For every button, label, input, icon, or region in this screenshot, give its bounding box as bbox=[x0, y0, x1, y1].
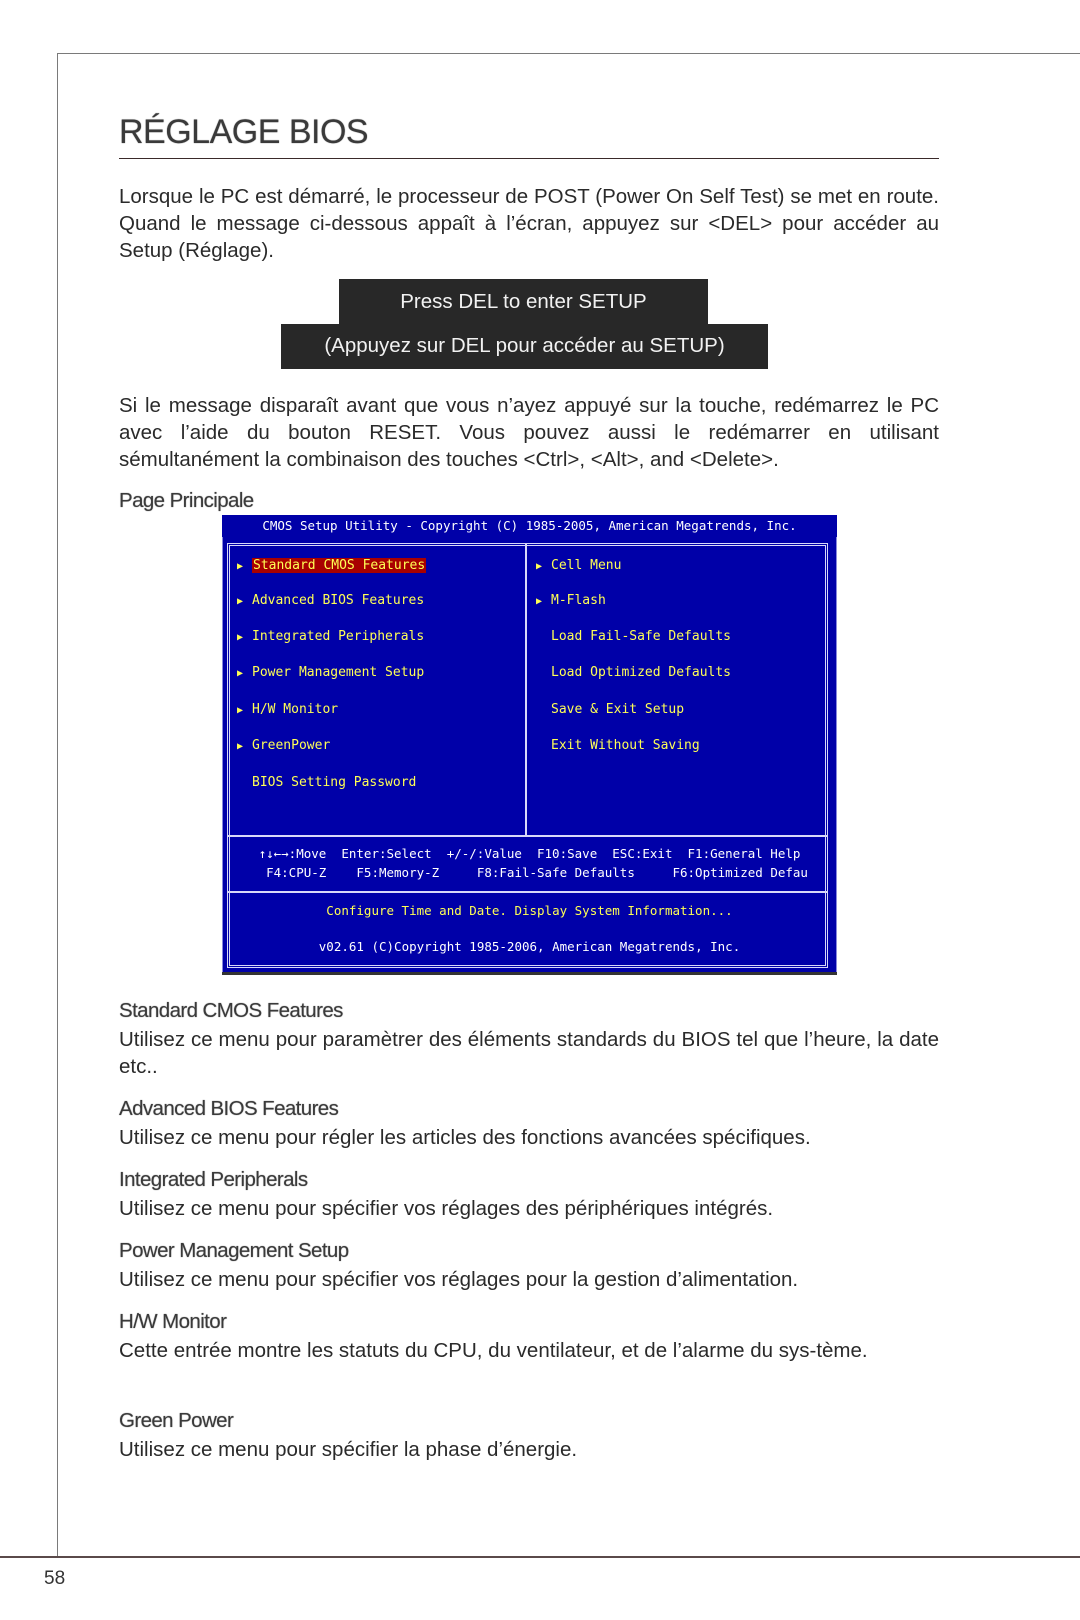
bios-menu-save-exit-setup[interactable]: Save & Exit Setup bbox=[536, 701, 684, 718]
submenu-arrow-icon: ▶ bbox=[237, 705, 244, 716]
page-title: RÉGLAGE BIOS bbox=[119, 113, 369, 151]
bios-menu-load-fail-safe-defaults[interactable]: Load Fail-Safe Defaults bbox=[536, 628, 731, 645]
bios-menu-greenpower[interactable]: ▶ GreenPower bbox=[237, 737, 330, 754]
bios-help-divider bbox=[227, 891, 828, 893]
bios-menu-power-management-setup[interactable]: ▶ Power Management Setup bbox=[237, 664, 424, 681]
bios-menu-hw-monitor[interactable]: ▶ H/W Monitor bbox=[237, 701, 338, 718]
bios-column-divider bbox=[525, 543, 527, 835]
del-message-translation-box: (Appuyez sur DEL pour accéder au SETUP) bbox=[281, 324, 768, 369]
section-heading-hw-monitor: H/W Monitor bbox=[119, 1310, 227, 1333]
bios-version-text: v02.61 (C)Copyright 1985-2006, American … bbox=[318, 939, 741, 954]
section-heading-standard-cmos: Standard CMOS Features bbox=[119, 999, 343, 1022]
section-heading-green-power: Green Power bbox=[119, 1409, 234, 1432]
bios-menu-exit-without-saving[interactable]: Exit Without Saving bbox=[536, 737, 700, 754]
bios-menu-m-flash[interactable]: ▶ M-Flash bbox=[536, 592, 606, 609]
bios-title-bar: CMOS Setup Utility - Copyright (C) 1985-… bbox=[222, 515, 837, 537]
page-frame-top-border bbox=[57, 53, 1080, 54]
submenu-arrow-icon: ▶ bbox=[237, 561, 244, 572]
bios-help-text: Configure Time and Date. Display System … bbox=[326, 903, 733, 918]
intro-paragraph: Lorsque le PC est démarré, le processeur… bbox=[119, 185, 939, 262]
submenu-arrow-icon: ▶ bbox=[237, 596, 244, 607]
section-text-advanced-bios: Utilisez ce menu pour régler les article… bbox=[119, 1126, 811, 1149]
restart-paragraph: Si le message disparaît avant que vous n… bbox=[119, 394, 939, 471]
section-heading-integrated-peripherals: Integrated Peripherals bbox=[119, 1168, 308, 1191]
bios-menu-load-optimized-defaults[interactable]: Load Optimized Defaults bbox=[536, 664, 731, 681]
section-text-green-power: Utilisez ce menu pour spécifier la phase… bbox=[119, 1438, 578, 1461]
section-text-standard-cmos: Utilisez ce menu pour paramètrer des élé… bbox=[119, 1028, 939, 1078]
section-text-power-management: Utilisez ce menu pour spécifier vos régl… bbox=[119, 1268, 799, 1291]
bios-menu-standard-cmos-features[interactable]: ▶ Standard CMOS Features bbox=[237, 557, 427, 574]
submenu-arrow-icon: ▶ bbox=[237, 741, 244, 752]
bios-menu-integrated-peripherals[interactable]: ▶ Integrated Peripherals bbox=[237, 628, 424, 645]
main-page-heading: Page Principale bbox=[119, 489, 254, 512]
page-footer-rule bbox=[0, 1556, 1080, 1558]
section-text-hw-monitor: Cette entrée montre les statuts du CPU, … bbox=[119, 1339, 868, 1362]
section-text-integrated-peripherals: Utilisez ce menu pour spécifier vos régl… bbox=[119, 1197, 774, 1220]
bios-menu-cell-menu[interactable]: ▶ Cell Menu bbox=[536, 557, 621, 574]
del-message-box: Press DEL to enter SETUP bbox=[339, 279, 708, 324]
page-frame-left-border bbox=[57, 53, 58, 1557]
title-underline bbox=[119, 158, 939, 159]
bios-key-legend-line-1: ↑↓←→:Move Enter:Select +/-/:Value F10:Sa… bbox=[258, 846, 801, 861]
section-heading-advanced-bios: Advanced BIOS Features bbox=[119, 1097, 339, 1120]
bios-screen-shadow bbox=[222, 972, 837, 975]
bios-menu-bios-setting-password[interactable]: BIOS Setting Password bbox=[237, 774, 416, 791]
bios-keys-divider bbox=[227, 835, 828, 837]
bios-menu-advanced-bios-features[interactable]: ▶ Advanced BIOS Features bbox=[237, 592, 424, 609]
submenu-arrow-icon: ▶ bbox=[237, 632, 244, 643]
bios-key-legend-line-2: F4:CPU-Z F5:Memory-Z F8:Fail-Safe Defaul… bbox=[251, 865, 808, 880]
bios-screen: CMOS Setup Utility - Copyright (C) 1985-… bbox=[222, 515, 837, 974]
page-number: 58 bbox=[44, 1568, 66, 1589]
section-heading-power-management: Power Management Setup bbox=[119, 1239, 349, 1262]
submenu-arrow-icon: ▶ bbox=[237, 668, 244, 679]
submenu-arrow-icon: ▶ bbox=[536, 596, 543, 607]
submenu-arrow-icon: ▶ bbox=[536, 561, 543, 572]
